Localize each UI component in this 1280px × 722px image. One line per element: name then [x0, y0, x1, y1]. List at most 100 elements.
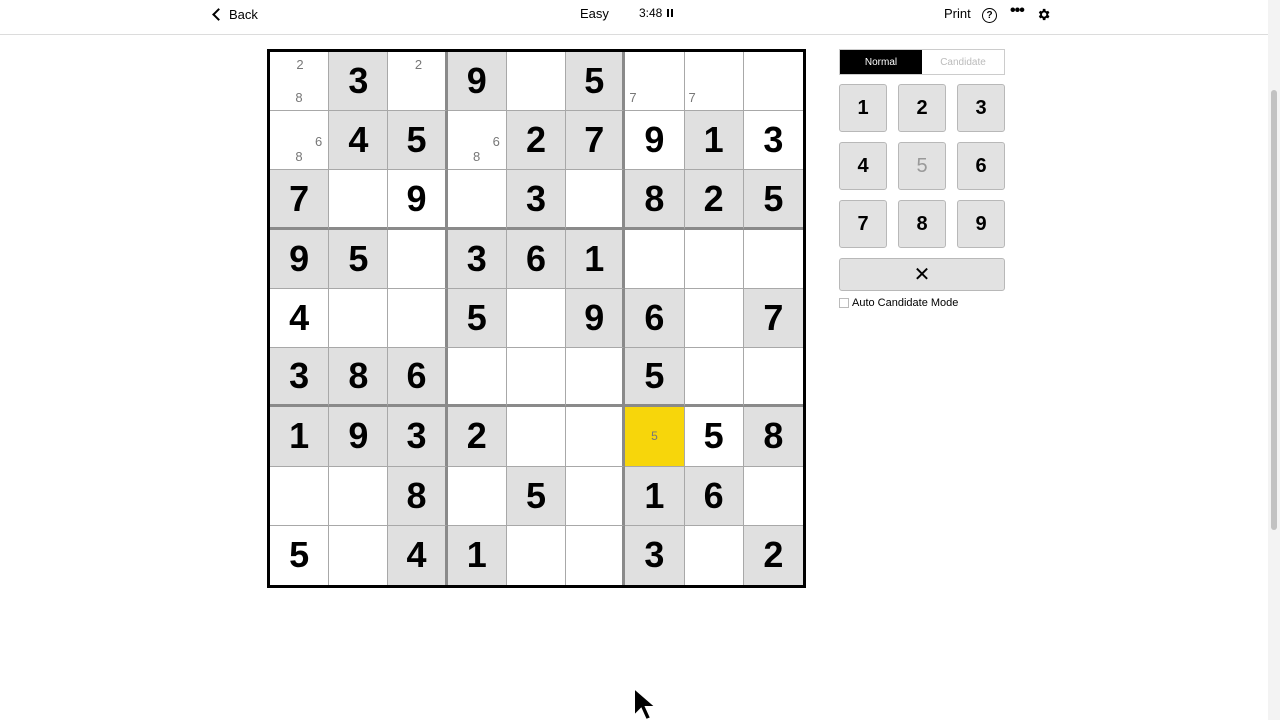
grid-cell[interactable] [566, 466, 626, 526]
grid-cell[interactable]: 7 [743, 288, 803, 349]
grid-cell[interactable]: 6 [506, 229, 567, 289]
grid-cell[interactable] [270, 466, 330, 526]
grid-cell[interactable]: 3 [506, 170, 567, 230]
grid-cell[interactable]: 3 [625, 525, 685, 585]
scrollbar-thumb[interactable] [1271, 90, 1277, 530]
grid-cell[interactable]: 5 [388, 111, 448, 171]
number-key-5[interactable]: 5 [898, 142, 946, 190]
grid-cell[interactable]: 2 [388, 52, 448, 112]
grid-cell[interactable]: 4 [388, 525, 448, 585]
grid-cell[interactable] [684, 229, 744, 289]
grid-cell[interactable]: 6 [684, 466, 744, 526]
number-key-9[interactable]: 9 [957, 200, 1005, 248]
grid-cell[interactable]: 9 [270, 229, 330, 289]
grid-cell[interactable] [506, 525, 567, 585]
pause-icon[interactable] [667, 9, 674, 17]
number-key-6[interactable]: 6 [957, 142, 1005, 190]
number-key-8[interactable]: 8 [898, 200, 946, 248]
candidate-mode-button[interactable]: Candidate [922, 50, 1004, 74]
grid-cell[interactable]: 6 [625, 288, 685, 349]
number-key-4[interactable]: 4 [839, 142, 887, 190]
grid-cell[interactable]: 5 [625, 348, 685, 408]
grid-cell[interactable] [388, 229, 448, 289]
grid-cell[interactable] [743, 229, 803, 289]
grid-cell[interactable]: 5 [506, 466, 567, 526]
grid-cell[interactable]: 6 [388, 348, 448, 408]
grid-cell[interactable]: 2 [506, 111, 567, 171]
grid-cell[interactable]: 5 [743, 170, 803, 230]
number-key-2[interactable]: 2 [898, 84, 946, 132]
grid-cell[interactable]: 5 [270, 525, 330, 585]
grid-cell[interactable] [329, 525, 389, 585]
number-key-1[interactable]: 1 [839, 84, 887, 132]
grid-cell[interactable]: 4 [270, 288, 330, 349]
grid-cell[interactable]: 3 [329, 52, 389, 112]
grid-cell[interactable]: 3 [447, 229, 507, 289]
grid-cell[interactable]: 5 [566, 52, 626, 112]
grid-cell[interactable] [566, 525, 626, 585]
grid-cell[interactable]: 5 [447, 288, 507, 349]
grid-cell[interactable]: 28 [270, 52, 330, 112]
grid-cell[interactable]: 8 [388, 466, 448, 526]
grid-cell[interactable] [566, 407, 626, 467]
scrollbar[interactable] [1268, 0, 1280, 720]
grid-cell[interactable] [566, 348, 626, 408]
grid-cell[interactable] [684, 288, 744, 349]
grid-cell[interactable]: 9 [625, 111, 685, 171]
grid-cell[interactable]: 7 [625, 52, 685, 112]
grid-cell[interactable] [388, 288, 448, 349]
grid-cell[interactable]: 9 [388, 170, 448, 230]
gear-icon[interactable] [1036, 7, 1051, 27]
grid-cell[interactable]: 1 [270, 407, 330, 467]
grid-cell[interactable] [743, 52, 803, 112]
grid-cell[interactable]: 5 [684, 407, 744, 467]
grid-cell[interactable]: 8 [329, 348, 389, 408]
grid-cell[interactable] [506, 52, 567, 112]
grid-cell[interactable] [447, 466, 507, 526]
number-key-7[interactable]: 7 [839, 200, 887, 248]
erase-button[interactable]: ✕ [839, 258, 1005, 291]
grid-cell[interactable] [506, 348, 567, 408]
grid-cell[interactable]: 1 [566, 229, 626, 289]
grid-cell[interactable] [743, 466, 803, 526]
grid-cell[interactable]: 5 [329, 229, 389, 289]
grid-cell[interactable]: 68 [270, 111, 330, 171]
grid-cell[interactable]: 68 [447, 111, 507, 171]
number-key-3[interactable]: 3 [957, 84, 1005, 132]
grid-cell[interactable]: 2 [447, 407, 507, 467]
grid-cell[interactable]: 2 [684, 170, 744, 230]
help-icon[interactable]: ? [982, 8, 997, 23]
grid-cell[interactable]: 8 [743, 407, 803, 467]
grid-cell[interactable] [447, 170, 507, 230]
grid-cell[interactable]: 9 [329, 407, 389, 467]
grid-cell[interactable]: 8 [625, 170, 685, 230]
grid-cell[interactable] [447, 348, 507, 408]
grid-cell[interactable]: 7 [684, 52, 744, 112]
grid-cell[interactable] [329, 170, 389, 230]
grid-cell[interactable]: 4 [329, 111, 389, 171]
grid-cell[interactable]: 1 [625, 466, 685, 526]
grid-cell[interactable] [566, 170, 626, 230]
grid-cell[interactable]: 3 [388, 407, 448, 467]
grid-cell[interactable]: 7 [566, 111, 626, 171]
grid-cell[interactable]: 9 [447, 52, 507, 112]
grid-cell[interactable] [329, 288, 389, 349]
print-button[interactable]: Print [944, 6, 971, 21]
normal-mode-button[interactable]: Normal [840, 50, 922, 74]
grid-cell[interactable]: 3 [743, 111, 803, 171]
grid-cell[interactable]: 7 [270, 170, 330, 230]
grid-cell[interactable]: 3 [270, 348, 330, 408]
grid-cell[interactable] [506, 288, 567, 349]
grid-cell[interactable]: 2 [743, 525, 803, 585]
grid-cell[interactable] [684, 525, 744, 585]
grid-cell[interactable] [743, 348, 803, 408]
auto-candidate-checkbox[interactable] [839, 298, 849, 308]
grid-cell[interactable]: 9 [566, 288, 626, 349]
grid-cell[interactable] [625, 229, 685, 289]
grid-cell[interactable]: 1 [684, 111, 744, 171]
grid-cell[interactable] [684, 348, 744, 408]
grid-cell[interactable]: 1 [447, 525, 507, 585]
more-options-icon[interactable]: ••• [1010, 2, 1025, 20]
selected-cell[interactable]: 5 [625, 407, 685, 467]
grid-cell[interactable] [329, 466, 389, 526]
